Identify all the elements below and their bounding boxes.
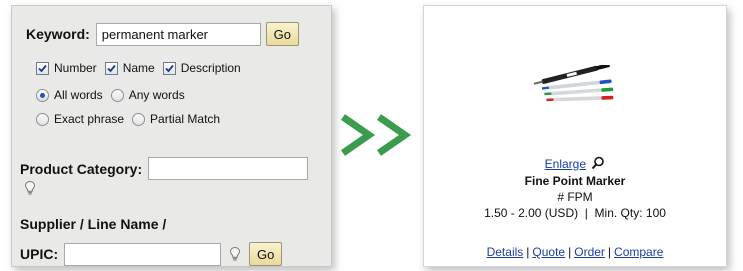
product-result-panel: Enlarge Fine Point Marker # FPM 1.50 - 2… bbox=[423, 5, 727, 267]
radio-exact-phrase[interactable] bbox=[36, 112, 49, 126]
keyword-go-button[interactable]: Go bbox=[265, 22, 299, 46]
upic-go-button[interactable]: Go bbox=[249, 242, 283, 266]
lightbulb-icon[interactable] bbox=[24, 180, 36, 196]
link-separator: | bbox=[568, 245, 572, 259]
search-panel: Keyword: permanent marker Go Number Name… bbox=[11, 5, 332, 267]
checkbox-name[interactable] bbox=[104, 61, 118, 75]
radio-exact-phrase-label: Exact phrase bbox=[54, 112, 125, 126]
product-action-links: Details | Quote | Order | Compare bbox=[424, 245, 726, 259]
checkbox-name-label: Name bbox=[122, 61, 155, 75]
product-number: # FPM bbox=[557, 190, 593, 204]
enlarge-link[interactable]: Enlarge bbox=[545, 157, 586, 171]
details-link[interactable]: Details bbox=[487, 245, 524, 259]
product-name: Fine Point Marker bbox=[524, 174, 626, 188]
keyword-label: Keyword: bbox=[26, 26, 90, 42]
radio-all-words[interactable] bbox=[36, 88, 49, 102]
product-category-input[interactable] bbox=[148, 157, 309, 180]
radio-any-words-label: Any words bbox=[128, 88, 185, 102]
order-link[interactable]: Order bbox=[574, 245, 605, 259]
lightbulb-icon[interactable] bbox=[229, 246, 241, 262]
checkbox-description-label: Description bbox=[180, 61, 241, 75]
keyword-input-value: permanent marker bbox=[101, 26, 209, 42]
upic-go-label: Go bbox=[256, 246, 275, 262]
product-image-markers[interactable] bbox=[530, 65, 624, 109]
radio-partial-match-label: Partial Match bbox=[150, 112, 221, 126]
quote-link[interactable]: Quote bbox=[532, 245, 565, 259]
price-and-min-qty: 1.50 - 2.00 (USD) | Min. Qty: 100 bbox=[484, 206, 666, 220]
compare-link[interactable]: Compare bbox=[614, 245, 663, 259]
upic-label: UPIC: bbox=[20, 246, 59, 262]
checkbox-number-label: Number bbox=[54, 61, 97, 75]
keyword-input[interactable]: permanent marker bbox=[95, 22, 261, 46]
radio-partial-match[interactable] bbox=[132, 112, 146, 126]
keyword-go-label: Go bbox=[273, 26, 291, 42]
link-separator: | bbox=[607, 245, 612, 259]
checkbox-number[interactable] bbox=[36, 61, 49, 75]
supplier-label: Supplier / Line Name / bbox=[20, 216, 167, 232]
radio-any-words[interactable] bbox=[110, 88, 124, 102]
checkbox-description[interactable] bbox=[162, 61, 176, 75]
radio-all-words-label: All words bbox=[54, 88, 103, 102]
product-category-label: Product Category: bbox=[20, 160, 143, 177]
magnifier-icon[interactable] bbox=[591, 156, 605, 173]
upic-input[interactable] bbox=[64, 242, 222, 266]
double-chevron-right-icon bbox=[341, 114, 412, 156]
